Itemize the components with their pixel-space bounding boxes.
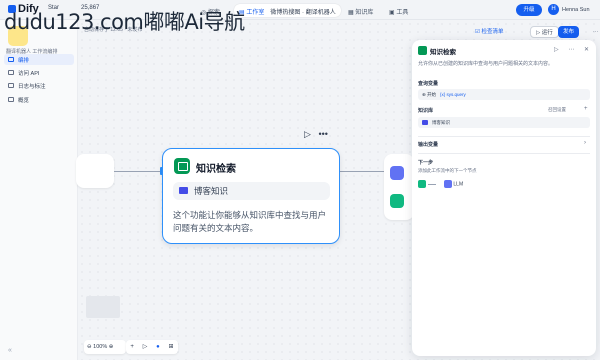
divider: [418, 153, 590, 154]
node-more-icon[interactable]: •••: [318, 129, 327, 139]
query-source: 开始: [427, 92, 437, 97]
recall-settings-button[interactable]: 召回设置: [548, 107, 566, 113]
folder-icon: [422, 120, 428, 125]
next-node-name: LLM: [453, 181, 464, 188]
nav-studio[interactable]: ▤ 工作室 微博热搜图 · 翻译机器人: [234, 4, 341, 17]
book-icon: [174, 158, 190, 174]
sidebar-item-api[interactable]: 访问 API: [4, 67, 74, 78]
app-breadcrumb[interactable]: 微博热搜图 · 翻译机器人: [270, 10, 335, 16]
panel-header-actions[interactable]: ▷ ⋯ ✕: [554, 46, 593, 53]
sidebar-item-label: 编排: [18, 58, 30, 64]
run-label: 运行: [541, 30, 553, 36]
checklist-label: 检查清单: [481, 29, 504, 35]
run-node-icon[interactable]: ▷: [304, 129, 311, 139]
book-icon: [418, 46, 427, 55]
user-name: Henna Sun: [562, 6, 590, 13]
llm-icon: [390, 194, 404, 208]
node-description: 这个功能让你能够从知识库中查找与用户问题有关的文本内容。: [173, 210, 327, 233]
sidebar-item-label: 访问 API: [18, 71, 40, 77]
query-var: {x} sys.query: [440, 92, 466, 97]
edge-start-to-retrieval: [114, 171, 162, 172]
sidebar-item-logs[interactable]: 日志与标注: [4, 80, 74, 91]
checklist-button[interactable]: ☑ 检查清单: [470, 26, 508, 38]
folder-icon: [179, 187, 188, 194]
orchestrate-icon: [8, 57, 14, 62]
knowledge-retrieval-node[interactable]: 知识检索 博客知识 这个功能让你能够从知识库中查找与用户问题有关的文本内容。: [162, 148, 340, 244]
hand-icon[interactable]: ●: [156, 340, 160, 354]
panel-title[interactable]: 知识检索: [430, 46, 456, 56]
sidebar-item-overview[interactable]: 概览: [4, 94, 74, 105]
query-variable-label: 查询变量: [418, 81, 439, 87]
nav-studio-label: 工作室: [246, 10, 265, 16]
sidebar-item-label: 概览: [18, 98, 30, 104]
knowledge-item[interactable]: 博客知识: [418, 117, 590, 128]
nav-knowledge[interactable]: ▦ 知识库: [343, 4, 378, 17]
zoom-control[interactable]: ⊖ 100% ⊕: [84, 340, 126, 354]
api-icon: [8, 70, 14, 75]
collapse-sidebar-button[interactable]: «: [8, 347, 12, 354]
knowledge-name: 博客知识: [194, 186, 229, 196]
sidebar-item-label: 日志与标注: [18, 84, 46, 90]
more-icon[interactable]: ⋯: [588, 26, 600, 38]
run-button[interactable]: ▷ 运行: [530, 26, 559, 38]
connector: [428, 183, 436, 185]
nav-knowledge-label: 知识库: [355, 10, 374, 16]
avatar: H: [548, 4, 559, 15]
llm-icon: [444, 180, 452, 188]
output-variables-label[interactable]: 输出变量: [418, 141, 438, 148]
publish-button[interactable]: 发布: [558, 26, 580, 38]
next-step-flow[interactable]: LLM: [418, 180, 463, 188]
start-node[interactable]: [76, 154, 114, 188]
next-nodes[interactable]: [384, 154, 414, 220]
nav-tools-label: 工具: [396, 10, 409, 16]
current-node-icon: [418, 180, 426, 188]
add-node-icon[interactable]: +: [130, 340, 134, 354]
minimap[interactable]: [86, 296, 120, 318]
pointer-icon[interactable]: ▷: [143, 340, 148, 354]
logs-icon: [8, 83, 14, 88]
nav-tools[interactable]: ▣ 工具: [384, 4, 413, 17]
layout-icon[interactable]: ⊞: [169, 340, 174, 354]
upgrade-button[interactable]: 升级: [516, 4, 542, 16]
knowledge-item-name: 博客知识: [432, 120, 450, 125]
node-settings-panel: 知识检索 ▷ ⋯ ✕ 允许你从已创建的知识库中查询与用户问题相关的文本内容。 查…: [412, 40, 596, 356]
question-classifier-icon: [390, 166, 404, 180]
next-step-label: 下一步: [418, 160, 434, 166]
next-step-description: 添加此工作流中的下一个节点: [418, 168, 477, 173]
node-title: 知识检索: [196, 164, 236, 175]
node-actions: ▷ •••: [304, 129, 333, 143]
zoom-level: 100%: [93, 344, 108, 350]
sidebar: 翻译机器人 工作流编排 编排 访问 API 日志与标注 概览 «: [0, 20, 78, 360]
watermark: dudu123.com嘟嘟Ai导航: [4, 10, 245, 34]
user-menu[interactable]: H Henna Sun: [548, 4, 590, 15]
chevron-right-icon[interactable]: ›: [584, 140, 586, 146]
edge-retrieval-to-next: [340, 171, 384, 172]
divider: [418, 136, 590, 137]
overview-icon: [8, 97, 14, 102]
add-knowledge-button[interactable]: +: [584, 106, 588, 112]
query-variable-select[interactable]: ⊕ 开始 {x} sys.query: [418, 89, 590, 100]
node-knowledge-item: 博客知识: [173, 182, 330, 200]
sidebar-item-orchestrate[interactable]: 编排: [4, 54, 74, 65]
canvas-controls: + ▷ ● ⊞: [126, 340, 178, 354]
knowledge-label: 知识库: [418, 108, 434, 114]
panel-description[interactable]: 允许你从已创建的知识库中查询与用户问题相关的文本内容。: [418, 60, 590, 67]
